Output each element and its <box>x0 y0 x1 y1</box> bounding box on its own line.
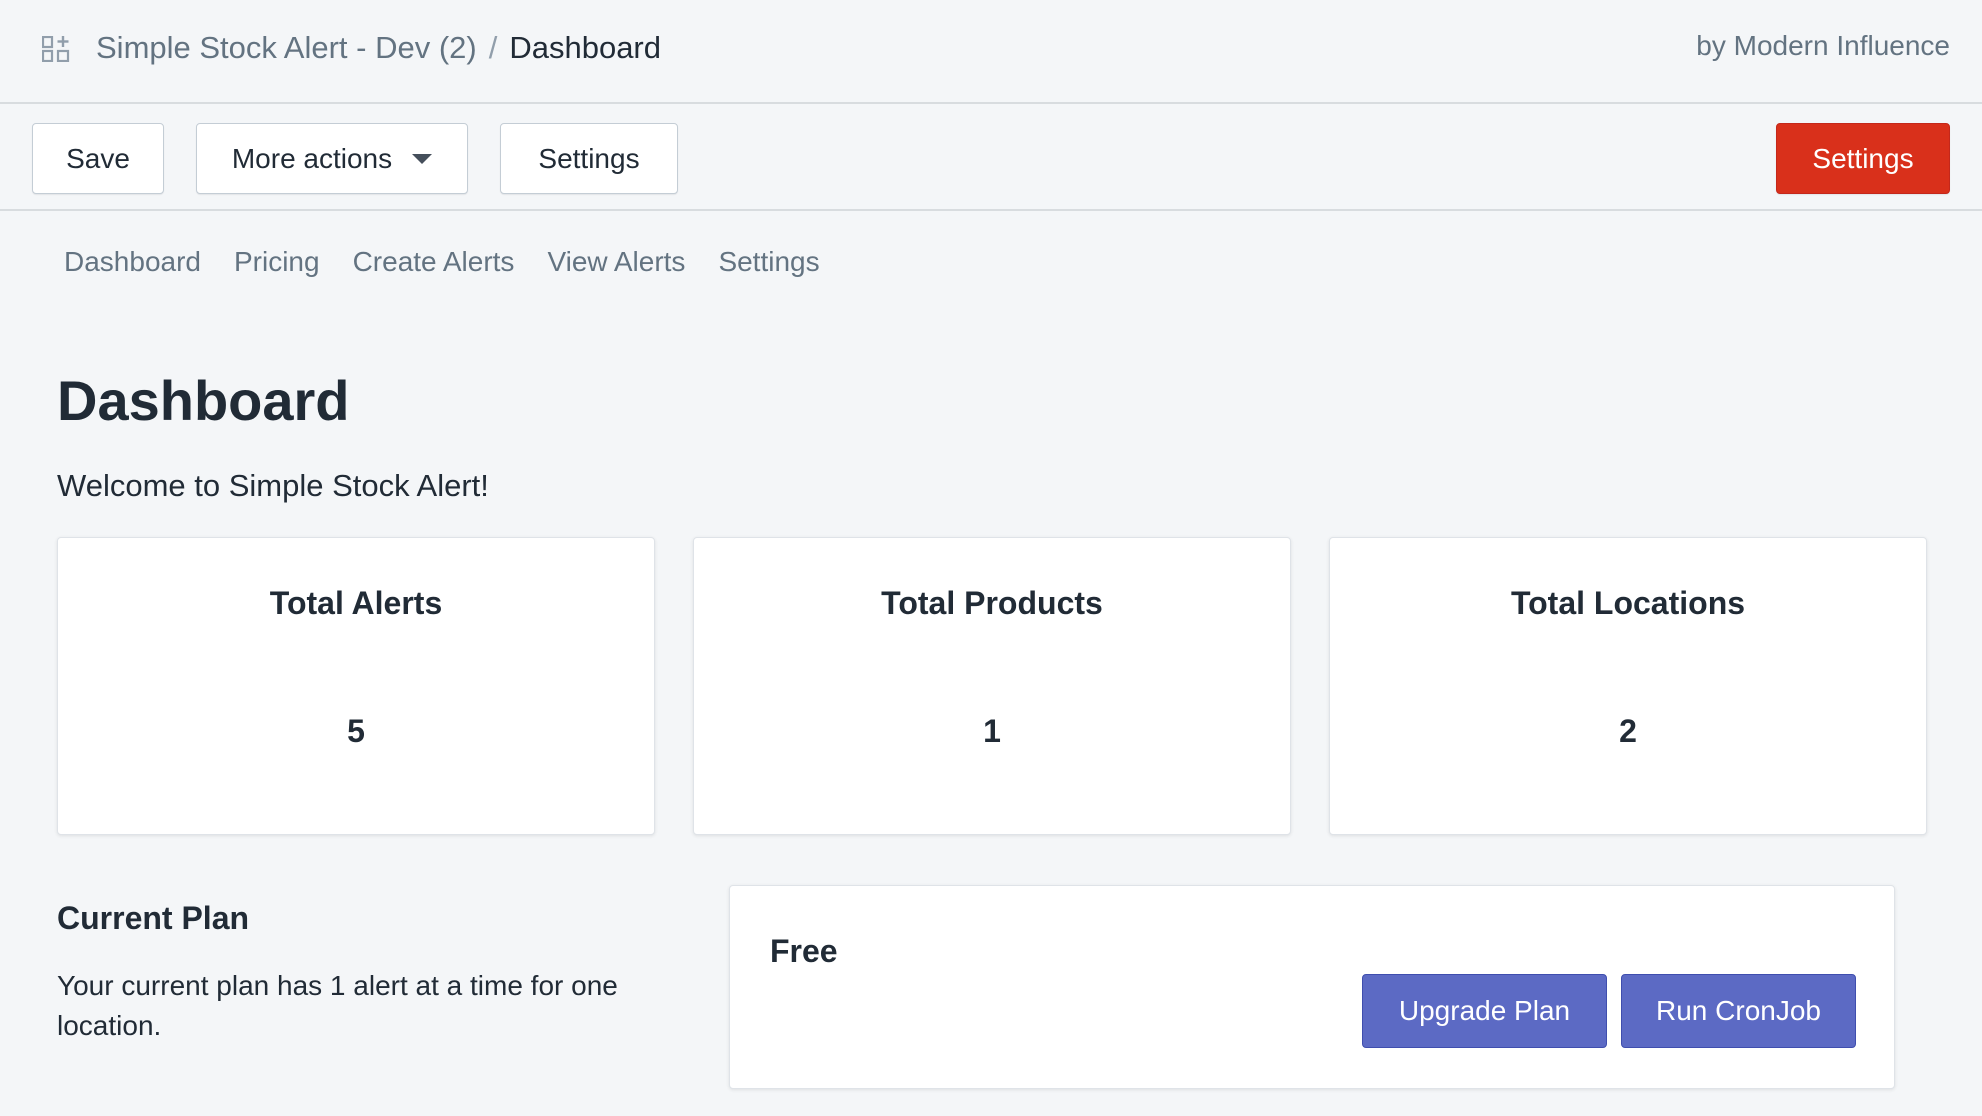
more-actions-button[interactable]: More actions <box>196 123 468 194</box>
stat-label: Total Alerts <box>269 585 443 621</box>
app-navigation: Dashboard Pricing Create Alerts View Ale… <box>64 246 820 278</box>
stat-label: Total Locations <box>1510 585 1746 621</box>
run-cronjob-button[interactable]: Run CronJob <box>1621 974 1856 1048</box>
current-plan-heading: Current Plan <box>57 900 250 936</box>
breadcrumb-separator: / <box>488 30 498 65</box>
total-alerts-card: Total Alerts 5 <box>57 537 655 835</box>
breadcrumb-current-page: Dashboard <box>509 30 661 65</box>
total-locations-card: Total Locations 2 <box>1329 537 1927 835</box>
action-bar: Save More actions Settings Settings <box>0 105 1982 211</box>
stat-label: Total Products <box>881 585 1103 621</box>
page-title: Dashboard <box>57 369 350 432</box>
top-bar: Simple Stock Alert - Dev (2) / Dashboard… <box>0 0 1982 104</box>
plan-card: Free Upgrade Plan Run CronJob <box>729 885 1895 1089</box>
save-button[interactable]: Save <box>32 123 164 194</box>
breadcrumb: Simple Stock Alert - Dev (2) / Dashboard <box>96 27 661 69</box>
upgrade-plan-button[interactable]: Upgrade Plan <box>1362 974 1607 1048</box>
apps-grid-icon[interactable] <box>42 36 70 62</box>
stat-value: 5 <box>347 713 365 749</box>
stat-value: 1 <box>983 713 1001 749</box>
plan-name: Free <box>770 933 838 969</box>
total-products-card: Total Products 1 <box>693 537 1291 835</box>
primary-settings-button[interactable]: Settings <box>1776 123 1950 194</box>
stat-value: 2 <box>1619 713 1637 749</box>
welcome-text: Welcome to Simple Stock Alert! <box>57 468 489 503</box>
developer-byline: by Modern Influence <box>1696 30 1950 61</box>
breadcrumb-app-link[interactable]: Simple Stock Alert - Dev (2) <box>96 30 477 66</box>
nav-item-pricing[interactable]: Pricing <box>234 246 320 278</box>
nav-item-create-alerts[interactable]: Create Alerts <box>353 246 515 278</box>
nav-item-view-alerts[interactable]: View Alerts <box>547 246 685 278</box>
settings-button[interactable]: Settings <box>500 123 678 194</box>
nav-item-dashboard[interactable]: Dashboard <box>64 246 201 278</box>
nav-item-settings[interactable]: Settings <box>718 246 819 278</box>
more-actions-label: More actions <box>231 142 393 174</box>
current-plan-description: Your current plan has 1 alert at a time … <box>57 970 618 1041</box>
caret-down-icon <box>412 153 433 164</box>
